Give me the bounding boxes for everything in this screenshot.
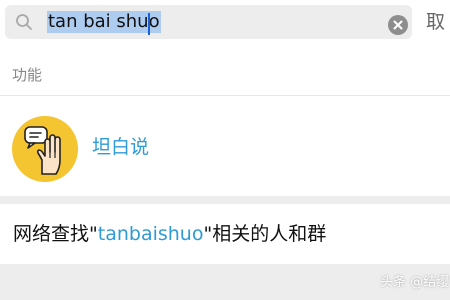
search-bar: tan bai shuo 取 [0,0,450,44]
watermark: 头条 @结缨 [380,275,450,290]
hand-speech-bubble-icon [12,116,78,182]
search-box[interactable]: tan bai shuo [5,5,412,39]
network-search-suffix: "相关的人和群 [203,223,327,245]
section-label: 功能 [12,66,43,84]
network-search-row[interactable]: 网络查找"tanbaishuo"相关的人和群 [0,204,450,264]
clear-icon[interactable] [388,15,408,35]
section-header: 功能 [0,54,450,96]
search-icon [16,14,32,30]
result-title: 坦白说 [92,136,150,158]
search-input[interactable]: tan bai shuo [47,11,161,33]
cancel-button[interactable]: 取 [426,6,450,38]
section-divider [0,196,450,204]
text-caret [148,13,150,35]
network-search-text: 网络查找"tanbaishuo"相关的人和群 [13,222,326,246]
result-item-feature[interactable]: 坦白说 [0,97,450,196]
network-search-prefix: 网络查找" [13,223,98,245]
network-search-keyword: tanbaishuo [97,223,204,245]
